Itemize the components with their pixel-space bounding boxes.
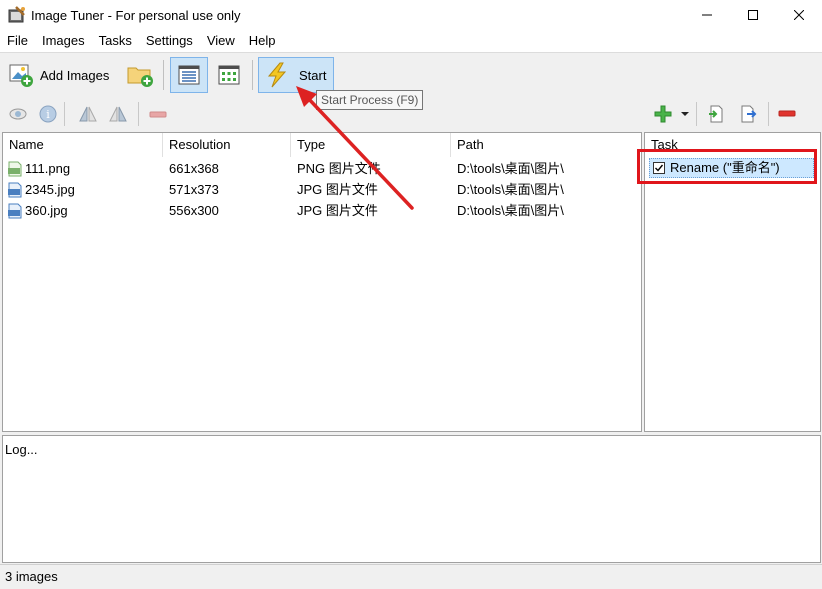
annotation-arrow	[296, 86, 414, 210]
